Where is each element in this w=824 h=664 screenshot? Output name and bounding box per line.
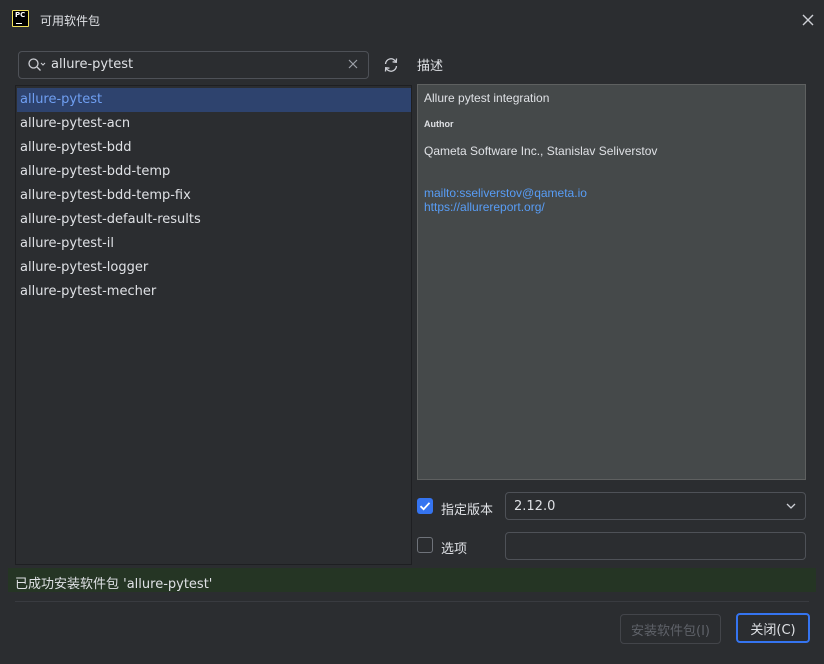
divider [15, 601, 809, 602]
options-checkbox[interactable] [417, 537, 433, 553]
pycharm-app-icon: PC [12, 10, 29, 27]
package-list[interactable]: allure-pytest allure-pytest-acn allure-p… [15, 85, 412, 565]
close-icon[interactable] [800, 12, 816, 28]
package-list-item[interactable]: allure-pytest-bdd-temp [17, 160, 411, 184]
package-list-item[interactable]: allure-pytest-bdd-temp-fix [17, 184, 411, 208]
install-package-button[interactable]: 安装软件包(I) [620, 614, 721, 644]
options-input[interactable] [505, 532, 806, 560]
search-icon[interactable] [27, 57, 47, 73]
author-heading: Author [424, 119, 454, 129]
chevron-down-icon[interactable] [785, 500, 797, 512]
close-button[interactable]: 关闭(C) [736, 613, 810, 643]
package-list-item[interactable]: allure-pytest-bdd [17, 136, 411, 160]
refresh-icon[interactable] [382, 56, 400, 74]
description-summary: Allure pytest integration [424, 91, 550, 105]
specify-version-label[interactable]: 指定版本 [441, 499, 493, 518]
app-icon-text: PC [15, 11, 26, 19]
homepage-link[interactable]: https://allurereport.org/ [424, 200, 545, 214]
version-value[interactable]: 2.12.0 [514, 499, 555, 514]
status-message: 已成功安装软件包 'allure-pytest' [15, 577, 213, 592]
author-text: Qameta Software Inc., Stanislav Selivers… [424, 144, 658, 158]
package-list-item[interactable]: allure-pytest [17, 88, 411, 112]
email-link[interactable]: mailto:sseliverstov@qameta.io [424, 186, 587, 200]
package-list-item[interactable]: allure-pytest-il [17, 232, 411, 256]
search-input[interactable]: allure-pytest [51, 57, 133, 72]
options-label[interactable]: 选项 [441, 538, 467, 557]
window-title: 可用软件包 [40, 14, 101, 28]
package-list-item[interactable]: allure-pytest-acn [17, 112, 411, 136]
package-list-item[interactable]: allure-pytest-mecher [17, 280, 411, 304]
specify-version-checkbox[interactable] [417, 498, 433, 514]
package-list-item[interactable]: allure-pytest-logger [17, 256, 411, 280]
checkmark-icon [419, 502, 431, 511]
package-list-item[interactable]: allure-pytest-default-results [17, 208, 411, 232]
clear-icon[interactable] [347, 58, 359, 70]
description-label: 描述 [417, 59, 444, 74]
